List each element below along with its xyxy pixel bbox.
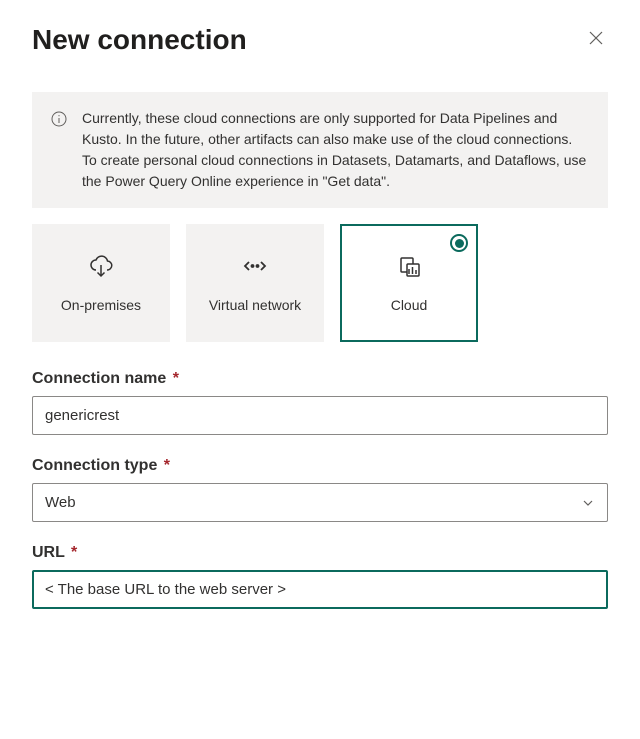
card-cloud[interactable]: Cloud (340, 224, 478, 342)
url-label: URL * (32, 544, 608, 562)
connection-name-label: Connection name * (32, 370, 608, 388)
radio-selected-icon (450, 234, 468, 252)
close-icon (588, 30, 604, 51)
connection-name-input[interactable] (32, 396, 608, 435)
connection-type-select[interactable]: Web (32, 483, 608, 522)
cloud-db-icon (395, 252, 423, 280)
card-virtual-network[interactable]: Virtual network (186, 224, 324, 342)
info-icon (50, 110, 68, 128)
network-icon (241, 252, 269, 280)
label-text: URL (32, 544, 65, 561)
close-button[interactable] (584, 28, 608, 52)
connection-type-label: Connection type * (32, 457, 608, 475)
card-label: On-premises (61, 296, 141, 314)
cloud-download-icon (87, 252, 115, 280)
required-marker: * (164, 457, 170, 474)
page-title: New connection (32, 24, 247, 56)
label-text: Connection name (32, 370, 166, 387)
card-label: Cloud (391, 296, 428, 314)
url-input[interactable] (32, 570, 608, 609)
field-connection-type: Connection type * Web (32, 457, 608, 522)
chevron-down-icon (581, 496, 595, 510)
required-marker: * (71, 544, 77, 561)
field-connection-name: Connection name * (32, 370, 608, 435)
panel-header: New connection (32, 24, 608, 56)
card-label: Virtual network (209, 296, 301, 314)
info-text: Currently, these cloud connections are o… (82, 108, 590, 192)
label-text: Connection type (32, 457, 157, 474)
field-url: URL * (32, 544, 608, 609)
info-banner: Currently, these cloud connections are o… (32, 92, 608, 208)
card-on-premises[interactable]: On-premises (32, 224, 170, 342)
select-value: Web (45, 494, 76, 511)
required-marker: * (173, 370, 179, 387)
connection-location-cards: On-premises Virtual network Cloud (32, 224, 608, 342)
